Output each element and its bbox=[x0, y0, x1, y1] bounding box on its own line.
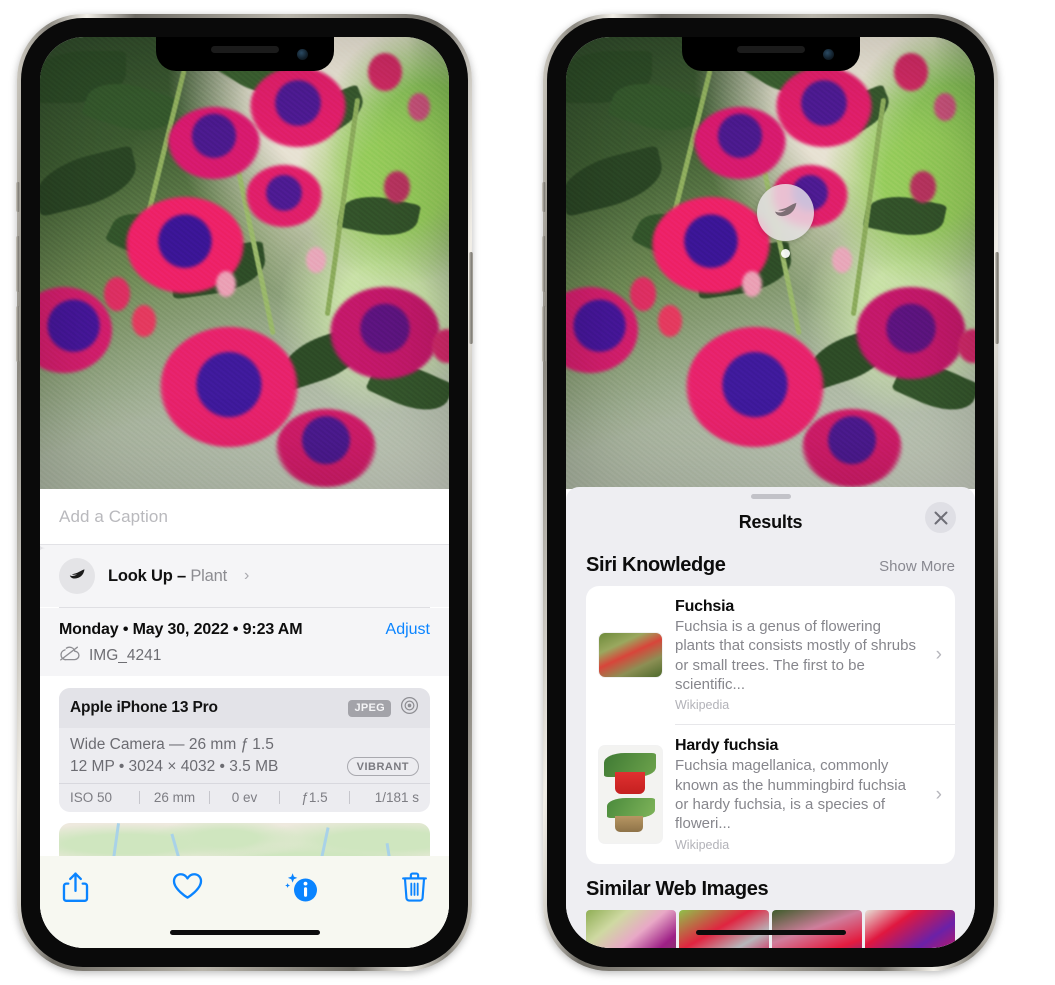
chevron-right-icon: › bbox=[935, 644, 942, 666]
right-phone-screen: Results Siri Knowledge Show More Fuchsia… bbox=[566, 37, 975, 948]
results-header: Results bbox=[566, 499, 975, 545]
results-sheet: Results Siri Knowledge Show More Fuchsia… bbox=[566, 487, 975, 948]
exif-shutter: 1/181 s bbox=[374, 790, 419, 805]
leaf-icon bbox=[59, 558, 95, 594]
aperture-icon bbox=[400, 696, 419, 720]
look-up-label: Look Up – Plant bbox=[108, 567, 227, 586]
front-camera bbox=[296, 49, 308, 60]
left-phone-screen: Add a Caption ✦ ✦ Look Up – Plant › bbox=[40, 37, 449, 948]
power-button-left[interactable] bbox=[469, 252, 473, 344]
knowledge-item[interactable]: Fuchsia Fuchsia is a genus of flowering … bbox=[586, 586, 955, 724]
photo-viewer-left[interactable] bbox=[40, 37, 449, 489]
knowledge-title: Hardy fuchsia bbox=[675, 737, 779, 755]
visual-look-up-badge[interactable] bbox=[757, 184, 814, 241]
metadata-date-row: Monday • May 30, 2022 • 9:23 AM Adjust bbox=[59, 621, 430, 639]
home-indicator bbox=[169, 930, 320, 935]
similar-web-images-title: Similar Web Images bbox=[586, 877, 769, 900]
exif-focal: 26 mm bbox=[153, 790, 196, 805]
info-button[interactable] bbox=[285, 872, 319, 909]
photo-vignette bbox=[566, 37, 975, 489]
siri-knowledge-title: Siri Knowledge bbox=[586, 554, 726, 576]
notch-left bbox=[155, 37, 334, 71]
camera-card-header: Apple iPhone 13 Pro JPEG bbox=[59, 688, 430, 728]
leaf-icon bbox=[775, 202, 797, 217]
photo-date: Monday • May 30, 2022 • 9:23 AM bbox=[59, 621, 303, 638]
chevron-right-icon: › bbox=[243, 567, 250, 584]
volume-down-button-right[interactable] bbox=[542, 306, 546, 362]
web-image-thumbnail[interactable] bbox=[772, 909, 862, 948]
web-image-thumbnail[interactable] bbox=[865, 909, 955, 948]
camera-device-name: Apple iPhone 13 Pro bbox=[70, 699, 218, 716]
format-badge: JPEG bbox=[348, 699, 391, 717]
favorite-button[interactable] bbox=[172, 872, 203, 905]
earpiece-speaker bbox=[736, 46, 805, 53]
notch-right bbox=[681, 37, 860, 71]
photo-metadata: Monday • May 30, 2022 • 9:23 AM Adjust I… bbox=[40, 608, 449, 676]
web-image-thumbnail[interactable] bbox=[586, 909, 676, 948]
look-up-separator: – bbox=[172, 566, 191, 585]
web-image-thumbnail[interactable] bbox=[679, 909, 769, 948]
front-camera bbox=[822, 49, 834, 60]
knowledge-thumbnail bbox=[599, 633, 662, 678]
photo-vignette bbox=[40, 37, 449, 489]
similar-web-images-row[interactable] bbox=[566, 909, 975, 948]
photo-viewer-right[interactable] bbox=[566, 37, 975, 489]
exif-exposure: 0 ev bbox=[231, 790, 258, 805]
knowledge-thumbnail bbox=[599, 746, 662, 844]
similar-web-images-header: Similar Web Images bbox=[566, 864, 975, 908]
volume-down-button-left[interactable] bbox=[16, 306, 20, 362]
mute-switch-right[interactable] bbox=[542, 182, 546, 212]
visual-look-up-anchor-dot bbox=[781, 249, 790, 258]
camera-lens-line: Wide Camera — 26 mm ƒ 1.5 bbox=[70, 736, 274, 753]
caption-field-row[interactable]: Add a Caption bbox=[40, 489, 449, 545]
earpiece-speaker bbox=[210, 46, 279, 53]
results-title: Results bbox=[738, 511, 803, 532]
mute-switch-left[interactable] bbox=[16, 182, 20, 212]
knowledge-description: Fuchsia magellanica, commonly known as t… bbox=[675, 757, 906, 833]
knowledge-source: Wikipedia bbox=[675, 837, 730, 852]
photo-filename: IMG_4241 bbox=[89, 647, 162, 664]
right-phone: Results Siri Knowledge Show More Fuchsia… bbox=[542, 14, 999, 971]
close-icon bbox=[934, 511, 947, 524]
siri-knowledge-card: Fuchsia Fuchsia is a genus of flowering … bbox=[586, 586, 955, 864]
exif-iso: ISO 50 bbox=[70, 790, 113, 805]
icloud-slash-icon bbox=[59, 646, 80, 666]
exif-aperture: ƒ1.5 bbox=[301, 790, 328, 805]
close-button[interactable] bbox=[925, 502, 956, 533]
volume-up-button-right[interactable] bbox=[542, 236, 546, 292]
look-up-title: Look Up bbox=[108, 566, 173, 585]
photographic-style-badge: VIBRANT bbox=[346, 757, 419, 776]
sparkle-icon: ✦ bbox=[40, 540, 46, 559]
knowledge-source: Wikipedia bbox=[675, 698, 730, 713]
adjust-button[interactable]: Adjust bbox=[386, 621, 430, 639]
knowledge-item[interactable]: Hardy fuchsia Fuchsia magellanica, commo… bbox=[586, 725, 955, 863]
volume-up-button-left[interactable] bbox=[16, 236, 20, 292]
look-up-kind: Plant bbox=[190, 566, 227, 585]
power-button-right[interactable] bbox=[995, 252, 999, 344]
look-up-row[interactable]: ✦ ✦ Look Up – Plant › bbox=[40, 540, 449, 607]
knowledge-description: Fuchsia is a genus of flowering plants t… bbox=[675, 618, 916, 694]
caption-placeholder: Add a Caption bbox=[59, 506, 169, 526]
metadata-filename-row: IMG_4241 bbox=[59, 646, 430, 666]
share-button[interactable] bbox=[62, 872, 89, 908]
camera-specs-line: 12 MP • 3024 × 4032 • 3.5 MB bbox=[70, 757, 279, 775]
delete-button[interactable] bbox=[402, 872, 427, 907]
show-more-button[interactable]: Show More bbox=[879, 558, 955, 575]
screenshot-canvas: Add a Caption ✦ ✦ Look Up – Plant › bbox=[0, 0, 1055, 985]
knowledge-title: Fuchsia bbox=[675, 598, 735, 615]
chevron-right-icon: › bbox=[935, 783, 942, 805]
exif-row: ISO 50 26 mm 0 ev ƒ1.5 1/181 s bbox=[59, 783, 430, 812]
siri-knowledge-header: Siri Knowledge Show More bbox=[566, 545, 975, 586]
left-phone: Add a Caption ✦ ✦ Look Up – Plant › bbox=[16, 14, 473, 971]
camera-card-body: Wide Camera — 26 mm ƒ 1.5 12 MP • 3024 ×… bbox=[59, 728, 430, 783]
camera-info-card: Apple iPhone 13 Pro JPEG Wide Camera — 2… bbox=[59, 688, 430, 812]
home-indicator bbox=[695, 930, 846, 935]
